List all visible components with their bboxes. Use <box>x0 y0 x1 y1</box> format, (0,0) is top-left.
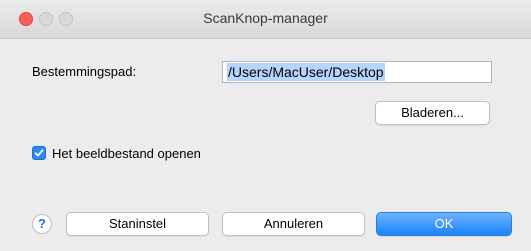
help-button[interactable]: ? <box>32 214 52 234</box>
open-image-checkbox-label[interactable]: Het beeldbestand openen <box>52 146 201 161</box>
title-bar: ScanKnop-manager <box>0 0 531 39</box>
help-icon: ? <box>38 216 46 231</box>
ok-button[interactable]: OK <box>376 212 512 236</box>
cancel-button[interactable]: Annuleren <box>222 212 365 236</box>
browse-button[interactable]: Bladeren... <box>375 101 490 125</box>
destination-label: Bestemmingspad: <box>32 64 137 79</box>
default-settings-button[interactable]: Staninstel <box>66 212 209 236</box>
window-title: ScanKnop-manager <box>203 10 328 26</box>
destination-path-value: /Users/MacUser/Desktop <box>227 63 385 81</box>
destination-path-field[interactable]: /Users/MacUser/Desktop <box>222 61 492 83</box>
checkmark-icon <box>34 149 44 157</box>
open-image-checkbox[interactable] <box>32 146 46 160</box>
